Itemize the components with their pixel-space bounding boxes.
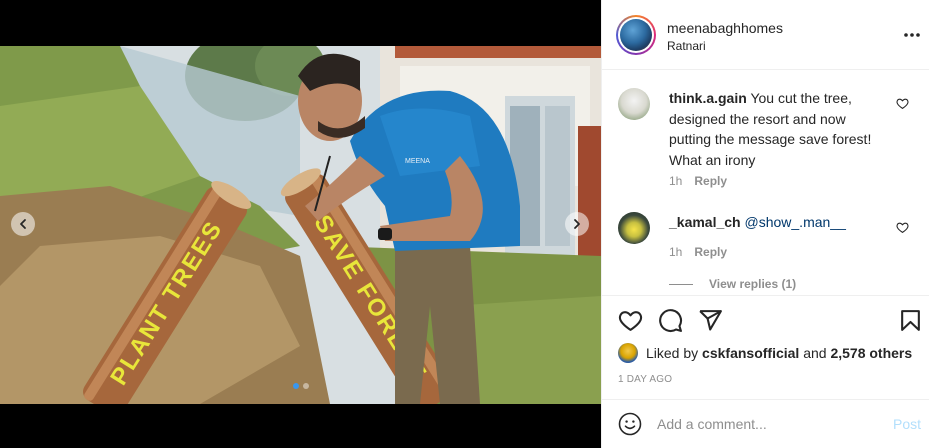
comment-mention[interactable]: @show_.man__ [745, 214, 846, 230]
view-replies-label: View replies (1) [709, 277, 797, 291]
chevron-left-icon [20, 219, 26, 229]
author-avatar-image [620, 19, 652, 51]
comment-meta: 1h Reply [669, 174, 727, 188]
post-location[interactable]: Ratnari [667, 39, 706, 53]
commenter-avatar[interactable] [618, 212, 650, 244]
liked-by-prefix: Liked by [646, 345, 699, 361]
commenter-avatar[interactable] [618, 88, 650, 120]
liker-avatar[interactable] [618, 343, 638, 363]
carousel-dot [302, 383, 309, 389]
post-side-panel: meenabaghhomes Ratnari think.a.gain You … [601, 0, 929, 448]
post-actions: Liked by cskfansofficial and 2,578 other… [602, 295, 929, 405]
commenter-username[interactable]: _kamal_ch [669, 214, 741, 230]
comment-time[interactable]: 1h [669, 245, 682, 259]
more-options-icon[interactable] [902, 28, 922, 42]
post-comment-button[interactable]: Post [893, 416, 921, 432]
post-photo-illustration: PLANT TREES SAVE FOREST MEENA [0, 46, 601, 404]
comment-body: think.a.gain You cut the tree, designed … [669, 88, 891, 170]
comment-input[interactable] [657, 413, 877, 435]
comment-composer: Post [602, 399, 929, 448]
carousel-prev-button[interactable] [11, 212, 35, 236]
liker-username[interactable]: cskfansofficial [702, 345, 799, 361]
carousel-indicator [0, 383, 601, 389]
author-username[interactable]: meenabaghhomes [667, 20, 783, 36]
paper-plane-icon[interactable] [698, 308, 723, 333]
reply-button[interactable]: Reply [694, 174, 727, 188]
comment-bubble-icon[interactable] [658, 308, 683, 333]
comment-list: think.a.gain You cut the tree, designed … [602, 71, 929, 295]
heart-icon[interactable] [618, 308, 643, 333]
comment-body: _kamal_ch @show_.man__ [669, 212, 891, 233]
post-media: PLANT TREES SAVE FOREST MEENA [0, 0, 601, 448]
emoji-smiley-icon[interactable] [618, 412, 642, 436]
bookmark-icon[interactable] [898, 308, 923, 333]
post-timestamp[interactable]: 1 DAY AGO [618, 374, 672, 385]
comment-time[interactable]: 1h [669, 174, 682, 188]
carousel-next-button[interactable] [565, 212, 589, 236]
heart-icon[interactable] [896, 97, 909, 110]
liked-connector: and [803, 345, 827, 361]
view-replies-button[interactable]: View replies (1) [669, 277, 796, 291]
commenter-username[interactable]: think.a.gain [669, 90, 747, 106]
likes-others-link[interactable]: 2,578 others [830, 345, 912, 361]
heart-icon[interactable] [896, 221, 909, 234]
post-photo[interactable]: PLANT TREES SAVE FOREST MEENA [0, 46, 601, 404]
comment-meta: 1h Reply [669, 245, 727, 259]
author-avatar[interactable] [616, 15, 656, 55]
post-header: meenabaghhomes Ratnari [602, 0, 929, 70]
reply-button[interactable]: Reply [694, 245, 727, 259]
chevron-right-icon [574, 219, 580, 229]
carousel-dot [292, 383, 299, 389]
shirt-logo-text: MEENA [405, 158, 430, 165]
likes-summary: Liked by cskfansofficial and 2,578 other… [618, 343, 912, 363]
divider [669, 283, 693, 285]
